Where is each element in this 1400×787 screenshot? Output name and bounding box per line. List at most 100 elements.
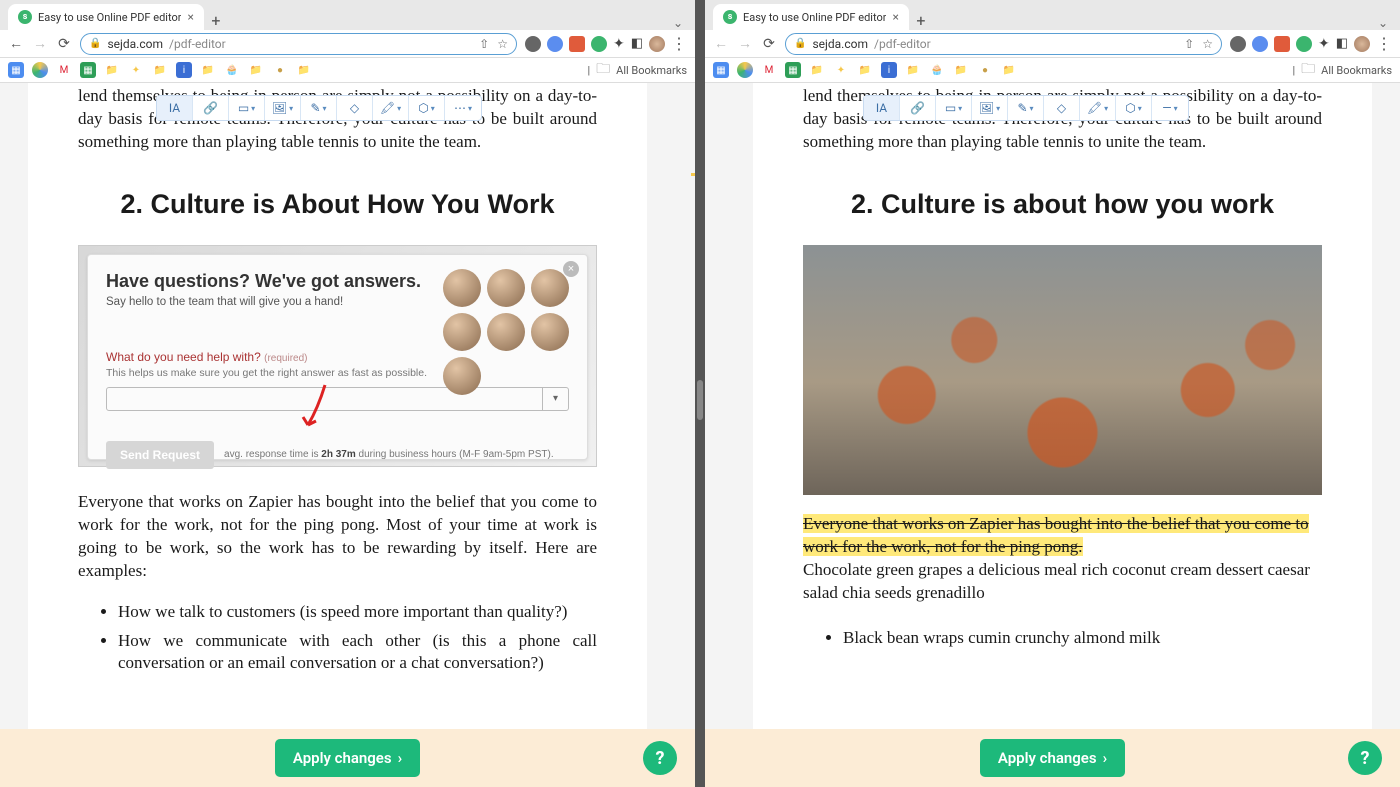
new-tab-button[interactable]: +	[909, 11, 933, 30]
text-tool-button[interactable]: IA	[157, 96, 193, 120]
section-heading[interactable]: 2. Culture is About How You Work	[78, 189, 597, 220]
bullet-list[interactable]: Black bean wraps cumin crunchy almond mi…	[803, 627, 1322, 650]
extension-icon[interactable]	[569, 36, 585, 52]
bookmark-icon[interactable]: ●	[272, 62, 288, 78]
share-icon[interactable]: ⇧	[479, 37, 489, 51]
form-tool-button[interactable]: ▭▾	[229, 96, 265, 120]
embedded-image[interactable]: × Have questions? We've got answers. Say…	[78, 245, 597, 467]
bookmark-folder-icon[interactable]: 📁	[1001, 62, 1017, 78]
image-tool-button[interactable]: 🖼▾	[265, 96, 301, 120]
highlight-tool-button[interactable]: 🖍▾	[1080, 96, 1116, 120]
browser-menu-icon[interactable]: ⋮	[1376, 34, 1392, 53]
send-request-button[interactable]: Send Request	[106, 441, 214, 469]
image-tool-button[interactable]: 🖼▾	[972, 96, 1008, 120]
bookmark-folder-icon[interactable]: 📁	[104, 62, 120, 78]
extension-icon[interactable]	[547, 36, 563, 52]
apply-changes-button[interactable]: Apply changes›	[980, 739, 1125, 777]
bookmark-folder-icon[interactable]: 📁	[200, 62, 216, 78]
bookmark-star-icon[interactable]: ☆	[497, 37, 508, 51]
forward-button[interactable]: →	[737, 35, 753, 52]
list-item[interactable]: How we communicate with each other (is t…	[118, 630, 597, 676]
profile-avatar[interactable]	[649, 36, 665, 52]
divider-handle[interactable]	[697, 380, 703, 420]
highlight-tool-button[interactable]: 🖍▾	[373, 96, 409, 120]
browser-tab[interactable]: s Easy to use Online PDF editor ×	[713, 4, 909, 30]
bookmark-folder-icon[interactable]: 📁	[152, 62, 168, 78]
link-tool-button[interactable]: 🔗	[900, 96, 936, 120]
all-bookmarks-link[interactable]: All Bookmarks	[616, 64, 687, 77]
edited-paragraph[interactable]: Everyone that works on Zapier has bought…	[803, 513, 1322, 605]
bookmark-icon[interactable]: ●	[977, 62, 993, 78]
whiteout-tool-button[interactable]: ◇	[337, 96, 373, 120]
bookmark-icon[interactable]: ▦	[713, 62, 729, 78]
bookmark-icon[interactable]: M	[56, 62, 72, 78]
new-tab-button[interactable]: +	[204, 11, 228, 30]
close-tab-icon[interactable]: ×	[187, 10, 193, 24]
bookmark-folder-icon[interactable]: 📁	[905, 62, 921, 78]
bookmark-folder-icon[interactable]: 📁	[248, 62, 264, 78]
back-button[interactable]: ←	[713, 35, 729, 52]
pdf-page[interactable]: lend themselves to being in person are s…	[753, 83, 1372, 729]
list-item[interactable]: Black bean wraps cumin crunchy almond mi…	[843, 627, 1322, 650]
list-item[interactable]: How we talk to customers (is speed more …	[118, 601, 597, 624]
annotate-tool-button[interactable]: —▾	[1152, 96, 1188, 120]
url-box[interactable]: 🔒 sejda.com/pdf-editor ⇧ ☆	[785, 33, 1222, 55]
bookmark-folder-icon[interactable]: 📁	[857, 62, 873, 78]
tab-dropdown-icon[interactable]: ⌄	[673, 16, 683, 30]
bookmark-icon[interactable]: ✦	[128, 62, 144, 78]
bookmark-icon[interactable]: ▦	[8, 62, 24, 78]
link-tool-button[interactable]: 🔗	[193, 96, 229, 120]
bookmark-icon[interactable]: i	[176, 62, 192, 78]
shapes-tool-button[interactable]: ⬡▾	[1116, 96, 1152, 120]
bookmark-icon[interactable]: M	[761, 62, 777, 78]
body-paragraph[interactable]: Everyone that works on Zapier has bought…	[78, 491, 597, 583]
browser-tab[interactable]: s Easy to use Online PDF editor ×	[8, 4, 204, 30]
sidepanel-icon[interactable]: ◧	[1336, 36, 1348, 51]
back-button[interactable]: ←	[8, 35, 24, 52]
extension-icon[interactable]	[1296, 36, 1312, 52]
split-divider[interactable]	[695, 0, 705, 787]
replacement-text[interactable]: Chocolate green grapes a delicious meal …	[803, 560, 1310, 602]
extension-icon[interactable]	[1252, 36, 1268, 52]
text-tool-button[interactable]: IA	[864, 96, 900, 120]
form-tool-button[interactable]: ▭▾	[936, 96, 972, 120]
shapes-tool-button[interactable]: ⬡▾	[409, 96, 445, 120]
url-box[interactable]: 🔒 sejda.com/pdf-editor ⇧ ☆	[80, 33, 517, 55]
bookmark-icon[interactable]: 🧁	[929, 62, 945, 78]
more-tools-button[interactable]: ⋯▾	[445, 96, 481, 120]
tab-dropdown-icon[interactable]: ⌄	[1378, 16, 1388, 30]
browser-menu-icon[interactable]: ⋮	[671, 34, 687, 53]
sidepanel-icon[interactable]: ◧	[631, 36, 643, 51]
extension-icon[interactable]	[525, 36, 541, 52]
extension-icon[interactable]	[1230, 36, 1246, 52]
share-icon[interactable]: ⇧	[1184, 37, 1194, 51]
bookmark-icon[interactable]: ▦	[80, 62, 96, 78]
help-fab-button[interactable]: ?	[643, 741, 677, 775]
sign-tool-button[interactable]: ✎▾	[301, 96, 337, 120]
bookmark-folder-icon[interactable]: 📁	[809, 62, 825, 78]
all-bookmarks-link[interactable]: All Bookmarks	[1321, 64, 1392, 77]
extensions-menu-icon[interactable]: ✦	[613, 36, 625, 52]
bookmark-icon[interactable]	[32, 62, 48, 78]
bookmark-icon[interactable]: i	[881, 62, 897, 78]
bookmark-folder-icon[interactable]: 📁	[296, 62, 312, 78]
close-tab-icon[interactable]: ×	[892, 10, 898, 24]
section-heading[interactable]: 2. Culture is about how you work	[803, 189, 1322, 220]
bookmark-icon[interactable]: 🧁	[224, 62, 240, 78]
sign-tool-button[interactable]: ✎▾	[1008, 96, 1044, 120]
whiteout-tool-button[interactable]: ◇	[1044, 96, 1080, 120]
profile-avatar[interactable]	[1354, 36, 1370, 52]
reload-button[interactable]: ⟳	[761, 36, 777, 52]
extension-icon[interactable]	[1274, 36, 1290, 52]
embedded-image[interactable]	[803, 245, 1322, 495]
forward-button[interactable]: →	[32, 35, 48, 52]
bullet-list[interactable]: How we talk to customers (is speed more …	[78, 601, 597, 676]
bookmark-icon[interactable]: ✦	[833, 62, 849, 78]
struck-highlighted-text[interactable]: Everyone that works on Zapier has bought…	[803, 514, 1309, 556]
help-fab-button[interactable]: ?	[1348, 741, 1382, 775]
extension-icon[interactable]	[591, 36, 607, 52]
bookmark-folder-icon[interactable]: 📁	[953, 62, 969, 78]
reload-button[interactable]: ⟳	[56, 36, 72, 52]
apply-changes-button[interactable]: Apply changes›	[275, 739, 420, 777]
bookmark-icon[interactable]	[737, 62, 753, 78]
